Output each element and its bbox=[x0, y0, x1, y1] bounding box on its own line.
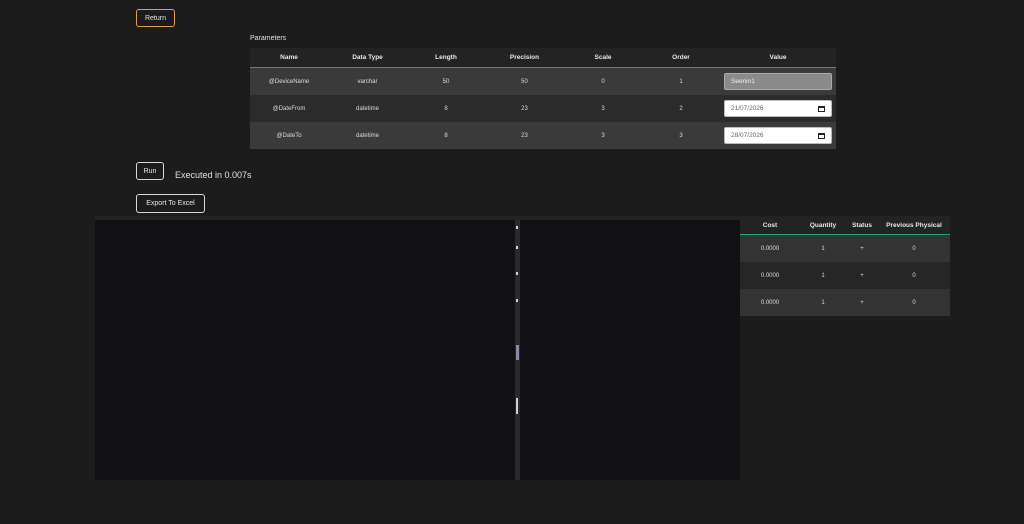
param-scale: 0 bbox=[601, 78, 605, 85]
param-length: 8 bbox=[444, 132, 448, 139]
param-length: 8 bbox=[444, 105, 448, 112]
param-precision: 23 bbox=[521, 132, 528, 139]
header-quantity: Quantity bbox=[809, 221, 837, 229]
table-row: @DeviceName varchar 50 50 0 1 Seenin1 bbox=[250, 68, 836, 95]
date-to-input[interactable]: 28/07/2026 bbox=[724, 127, 832, 144]
table-row: @DateFrom datetime 8 23 3 2 21/07/2026 bbox=[250, 95, 836, 122]
param-value-cell: Seenin1 bbox=[720, 68, 836, 95]
results-table: Cost Quantity Status Previous Physical 0… bbox=[740, 216, 950, 316]
table-row: @DateTo datetime 8 23 3 3 28/07/2026 bbox=[250, 122, 836, 149]
result-quantity: 1 bbox=[821, 272, 825, 279]
header-cost: Cost bbox=[762, 221, 778, 229]
result-previous-physical: 0 bbox=[912, 272, 916, 279]
result-status: + bbox=[860, 299, 864, 306]
param-order: 1 bbox=[679, 78, 683, 85]
header-status: Status bbox=[852, 221, 872, 229]
strip-marker bbox=[516, 299, 518, 302]
result-previous-physical: 0 bbox=[912, 245, 916, 252]
header-previous-physical: Previous Physical bbox=[886, 221, 942, 229]
date-from-input[interactable]: 21/07/2026 bbox=[724, 100, 832, 117]
result-status: + bbox=[860, 245, 864, 252]
calendar-icon[interactable] bbox=[818, 132, 825, 139]
strip-marker[interactable] bbox=[516, 398, 518, 414]
header-length: Length bbox=[435, 54, 457, 61]
param-type: datetime bbox=[355, 132, 379, 139]
strip-marker bbox=[516, 246, 518, 249]
calendar-icon[interactable] bbox=[818, 105, 825, 112]
header-data-type: Data Type bbox=[352, 54, 383, 61]
parameters-table: Name Data Type Length Precision Scale Or… bbox=[250, 48, 836, 149]
parameters-header: Name Data Type Length Precision Scale Or… bbox=[250, 48, 836, 68]
table-row: 0.0000 1 + 0 bbox=[740, 289, 950, 316]
results-overlay-left bbox=[95, 220, 515, 480]
param-name: @DateTo bbox=[276, 132, 302, 139]
strip-marker bbox=[516, 272, 518, 275]
param-value-cell: 21/07/2026 bbox=[720, 95, 836, 122]
param-precision: 23 bbox=[521, 105, 528, 112]
result-cost: 0.0000 bbox=[760, 299, 780, 306]
param-length: 50 bbox=[442, 78, 450, 85]
header-precision: Precision bbox=[509, 54, 540, 61]
date-from-value: 21/07/2026 bbox=[731, 105, 764, 112]
table-row: 0.0000 1 + 0 bbox=[740, 235, 950, 262]
result-previous-physical: 0 bbox=[912, 299, 916, 306]
param-order: 2 bbox=[679, 105, 683, 112]
device-name-input[interactable]: Seenin1 bbox=[724, 73, 832, 90]
results-overlay-right bbox=[520, 220, 740, 480]
param-name: @DateFrom bbox=[272, 105, 306, 112]
result-status: + bbox=[860, 272, 864, 279]
parameters-title: Parameters bbox=[250, 35, 287, 42]
param-name: @DeviceName bbox=[268, 78, 310, 85]
run-button[interactable]: Run bbox=[136, 162, 164, 180]
result-quantity: 1 bbox=[821, 245, 825, 252]
strip-marker bbox=[516, 226, 518, 229]
table-row: 0.0000 1 + 0 bbox=[740, 262, 950, 289]
param-scale: 3 bbox=[601, 105, 605, 112]
result-cost: 0.0000 bbox=[760, 245, 780, 252]
result-quantity: 1 bbox=[821, 299, 825, 306]
execution-time: Executed in 0.007s bbox=[175, 170, 252, 180]
header-name: Name bbox=[280, 54, 298, 61]
results-header: Cost Quantity Status Previous Physical bbox=[740, 216, 950, 235]
export-excel-button[interactable]: Export To Excel bbox=[136, 194, 205, 213]
header-value: Value bbox=[769, 54, 787, 61]
header-order: Order bbox=[672, 54, 690, 61]
param-order: 3 bbox=[679, 132, 683, 139]
param-type: varchar bbox=[357, 78, 378, 85]
param-precision: 50 bbox=[521, 78, 528, 85]
strip-marker bbox=[516, 345, 519, 360]
param-type: datetime bbox=[355, 105, 379, 112]
header-scale: Scale bbox=[594, 54, 612, 61]
param-value-cell: 28/07/2026 bbox=[720, 122, 836, 149]
device-name-value: Seenin1 bbox=[731, 78, 755, 85]
result-cost: 0.0000 bbox=[760, 272, 780, 279]
date-to-value: 28/07/2026 bbox=[731, 132, 764, 139]
param-scale: 3 bbox=[601, 132, 605, 139]
return-button[interactable]: Return bbox=[136, 9, 175, 27]
